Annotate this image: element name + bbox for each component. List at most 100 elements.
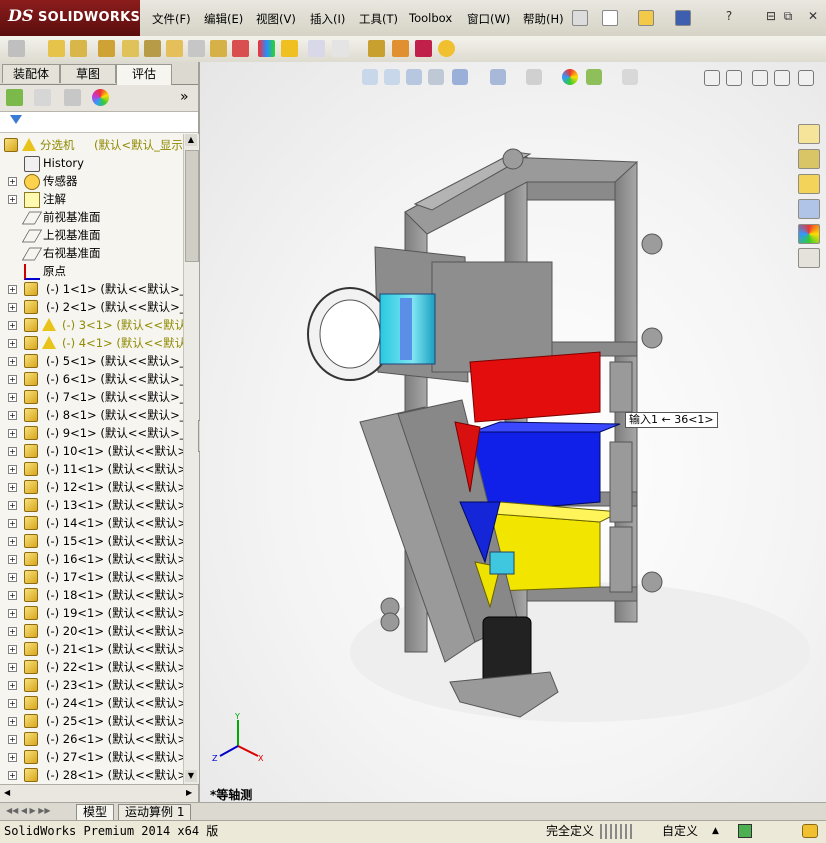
expand-icon[interactable]: +	[8, 771, 17, 780]
tree-item-component[interactable]: + (-) 24<1> (默认<<默认>_	[0, 694, 183, 712]
expand-icon[interactable]: +	[8, 483, 17, 492]
large-assembly-icon[interactable]	[392, 40, 409, 57]
scroll-thumb[interactable]	[185, 150, 199, 262]
tree-item-component[interactable]: + (-) 5<1> (默认<<默认>_显	[0, 352, 183, 370]
expand-icon[interactable]: +	[8, 573, 17, 582]
instant3d-icon[interactable]	[368, 40, 385, 57]
move-component-icon[interactable]	[166, 40, 183, 57]
tree-item-component[interactable]: + (-) 8<1> (默认<<默认>_显	[0, 406, 183, 424]
insert-components-icon[interactable]	[70, 40, 87, 57]
tree-item-component[interactable]: + (-) 27<1> (默认<<默认>_	[0, 748, 183, 766]
view-palette-icon[interactable]	[798, 199, 820, 219]
reference-geometry-icon[interactable]	[232, 40, 249, 57]
rebuild-tag-icon[interactable]	[802, 824, 818, 838]
tree-item-component[interactable]: + (-) 4<1> (默认<<默认	[0, 334, 183, 352]
tab-motion-study[interactable]: 运动算例 1	[118, 804, 192, 821]
bill-of-materials-icon[interactable]	[281, 40, 298, 57]
menu-file[interactable]: 文件(F)	[152, 11, 191, 27]
tree-item-fixed[interactable]: + 注解	[0, 190, 183, 208]
tree-item-fixed[interactable]: History	[0, 154, 183, 172]
tree-item-component[interactable]: + (-) 6<1> (默认<<默认>_显	[0, 370, 183, 388]
tab-assembly[interactable]: 装配体	[2, 64, 60, 83]
tree-item-component[interactable]: + (-) 7<1> (默认<<默认>_显	[0, 388, 183, 406]
menu-insert[interactable]: 插入(I)	[310, 11, 345, 27]
expand-icon[interactable]: +	[8, 717, 17, 726]
solidworks-resources-icon[interactable]	[798, 124, 820, 144]
tree-item-component[interactable]: + (-) 16<1> (默认<<默认>_	[0, 550, 183, 568]
tree-root[interactable]: 分选机 (默认<默认_显示	[0, 136, 183, 154]
tree-item-component[interactable]: + (-) 22<1> (默认<<默认>_	[0, 658, 183, 676]
tree-item-component[interactable]: + (-) 20<1> (默认<<默认>_	[0, 622, 183, 640]
status-units[interactable]: 自定义	[662, 824, 698, 839]
tree-item-component[interactable]: + (-) 1<1> (默认<<默认>_显	[0, 280, 183, 298]
tree-item-component[interactable]: + (-) 3<1> (默认<<默认	[0, 316, 183, 334]
new-motion-study-icon[interactable]	[258, 40, 275, 57]
tab-model[interactable]: 模型	[76, 804, 115, 821]
graphics-area[interactable]: Y X Z	[200, 62, 826, 802]
tree-item-fixed[interactable]: 前视基准面	[0, 208, 183, 226]
select-filter-icon[interactable]	[8, 40, 25, 57]
tree-item-component[interactable]: + (-) 26<1> (默认<<默认>_	[0, 730, 183, 748]
expand-icon[interactable]: +	[8, 609, 17, 618]
tree-scrollbar[interactable]: ▲ ▼	[183, 134, 199, 784]
help-icon[interactable]: ?	[722, 9, 736, 23]
tree-item-component[interactable]: + (-) 23<1> (默认<<默认>_	[0, 676, 183, 694]
tree-item-component[interactable]: + (-) 12<1> (默认<<默认>_	[0, 478, 183, 496]
filter-icon[interactable]	[10, 115, 22, 124]
tree-item-component[interactable]: + (-) 28<1> (默认<<默认>_	[0, 766, 183, 784]
tree-item-fixed[interactable]: 右视基准面	[0, 244, 183, 262]
tree-item-component[interactable]: + (-) 25<1> (默认<<默认>_	[0, 712, 183, 730]
tab-evaluate[interactable]: 评估	[116, 64, 172, 85]
expand-icon[interactable]: +	[8, 465, 17, 474]
menu-toolbox[interactable]: Toolbox	[409, 11, 452, 25]
scroll-down-icon[interactable]: ▼	[185, 770, 197, 782]
tree-item-component[interactable]: + (-) 17<1> (默认<<默认>_	[0, 568, 183, 586]
expand-icon[interactable]: +	[8, 501, 17, 510]
snapshot-icon[interactable]	[415, 40, 432, 57]
tree-hscroll[interactable]: ◀ ▶	[0, 784, 198, 803]
expand-icon[interactable]: +	[8, 519, 17, 528]
expand-panel-icon[interactable]: »	[180, 89, 189, 105]
tree-item-component[interactable]: + (-) 13<1> (默认<<默认>_	[0, 496, 183, 514]
expand-icon[interactable]: +	[8, 393, 17, 402]
scroll-left-icon[interactable]: ◀	[4, 788, 10, 797]
expand-icon[interactable]: +	[8, 663, 17, 672]
help-status-icon[interactable]	[738, 824, 752, 838]
expand-icon[interactable]: +	[8, 177, 17, 186]
assembly-features-icon[interactable]	[210, 40, 227, 57]
expand-icon[interactable]: +	[8, 753, 17, 762]
tab-first-icon[interactable]: ◀◀ ◀ ▶ ▶▶	[6, 806, 51, 815]
interference-icon[interactable]	[332, 40, 349, 57]
expand-icon[interactable]: +	[8, 537, 17, 546]
mate-icon[interactable]	[98, 40, 115, 57]
solidworks-logo[interactable]: DS SOLIDWORKS	[0, 0, 140, 36]
menu-tools[interactable]: 工具(T)	[359, 11, 398, 27]
tree-item-fixed[interactable]: 原点	[0, 262, 183, 280]
expand-icon[interactable]: +	[8, 699, 17, 708]
exploded-view-icon[interactable]	[308, 40, 325, 57]
tree-item-component[interactable]: + (-) 19<1> (默认<<默认>_	[0, 604, 183, 622]
expand-icon[interactable]: +	[8, 339, 17, 348]
design-library-icon[interactable]	[798, 149, 820, 169]
custom-properties-icon[interactable]	[798, 248, 820, 268]
smart-fasteners-icon[interactable]	[144, 40, 161, 57]
expand-icon[interactable]: +	[8, 375, 17, 384]
scroll-right-icon[interactable]: ▶	[186, 788, 192, 797]
linear-pattern-icon[interactable]	[122, 40, 139, 57]
expand-icon[interactable]: +	[8, 411, 17, 420]
feature-manager-icon[interactable]	[6, 89, 23, 106]
mate-callout[interactable]: 输入1 ← 36<1>	[625, 412, 718, 428]
expand-icon[interactable]: +	[8, 627, 17, 636]
edit-component-icon[interactable]	[48, 40, 65, 57]
minimize-icon[interactable]: ⊟	[764, 9, 778, 23]
scroll-up-icon[interactable]: ▲	[185, 134, 197, 146]
expand-icon[interactable]: +	[8, 195, 17, 204]
property-manager-icon[interactable]	[34, 89, 51, 106]
expand-icon[interactable]: +	[8, 321, 17, 330]
pin-icon[interactable]	[572, 10, 588, 26]
display-manager-icon[interactable]	[92, 89, 109, 106]
close-icon[interactable]: ✕	[806, 9, 820, 23]
tree-item-component[interactable]: + (-) 21<1> (默认<<默认>_	[0, 640, 183, 658]
restore-icon[interactable]: ⧉	[781, 9, 795, 23]
appearances-icon[interactable]	[798, 224, 820, 244]
